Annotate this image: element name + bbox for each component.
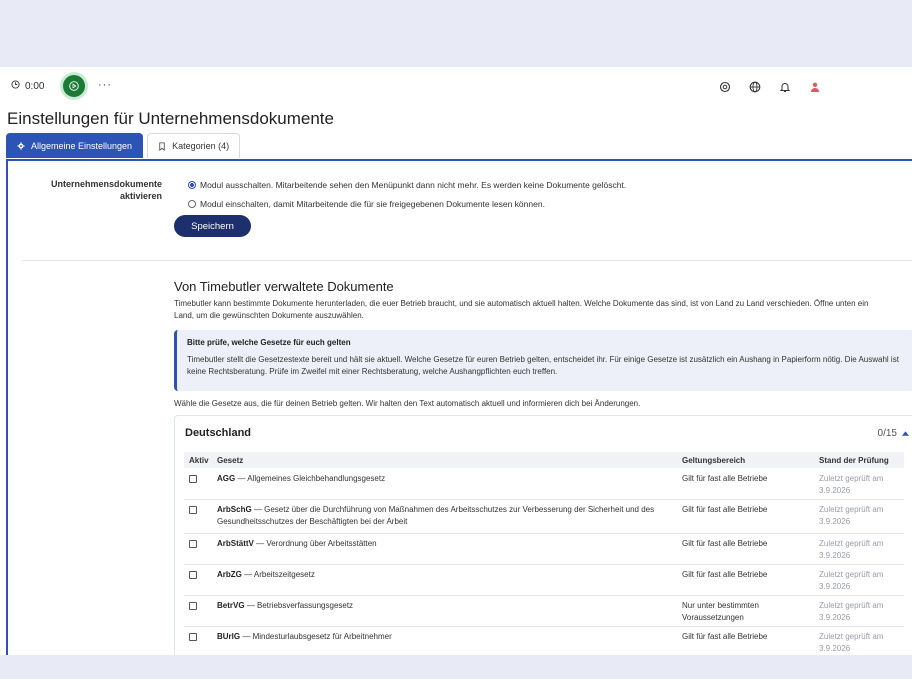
law-checked-date: Zuletzt geprüft am 3.9.2026 xyxy=(819,632,884,653)
bell-icon[interactable] xyxy=(778,80,792,94)
page-title: Einstellungen für Unternehmensdokumente xyxy=(7,109,334,128)
timer: 0:00 xyxy=(11,80,44,92)
law-abbr: AGG xyxy=(217,474,236,483)
law-abbr: BUrlG xyxy=(217,632,241,641)
country-name: Deutschland xyxy=(185,427,252,439)
table-row: AGG — Allgemeines Gleichbehandlungsgeset… xyxy=(184,469,904,500)
table-header: Aktiv Gesetz Geltungsbereich Stand der P… xyxy=(184,452,904,468)
start-timer-button[interactable] xyxy=(63,75,85,97)
law-checkbox[interactable] xyxy=(189,602,197,610)
column-active: Aktiv xyxy=(189,456,209,465)
law-abbr: BetrVG xyxy=(217,601,245,610)
choose-laws-text: Wähle die Gesetze aus, die für deinen Be… xyxy=(174,399,641,408)
column-law: Gesetz xyxy=(217,456,244,465)
law-scope: Gilt für fast alle Betriebe xyxy=(682,474,768,483)
law-scope: Gilt für fast alle Betriebe xyxy=(682,632,768,641)
tab-categories[interactable]: Kategorien (4) xyxy=(147,133,241,158)
column-scope: Geltungsbereich xyxy=(682,456,746,465)
divider xyxy=(22,260,912,261)
settings-panel: Unternehmensdokumente aktivieren Modul a… xyxy=(6,161,912,655)
law-checkbox[interactable] xyxy=(189,571,197,579)
law-scope: Gilt für fast alle Betriebe xyxy=(682,570,768,579)
law-text: BUrlG — Mindesturlaubsgesetz für Arbeitn… xyxy=(217,631,677,643)
app-frame: 0:00 ··· Einstellungen für Unternehmensd… xyxy=(0,67,912,655)
law-checked-date: Zuletzt geprüft am 3.9.2026 xyxy=(819,601,884,622)
tab-bar: Allgemeine Einstellungen Kategorien (4) xyxy=(6,133,241,159)
top-toolbar: 0:00 ··· xyxy=(0,67,912,107)
table-row: ArbSchG — Gesetz über die Durchführung v… xyxy=(184,500,904,534)
save-button[interactable]: Speichern xyxy=(174,215,251,237)
column-checked: Stand der Prüfung xyxy=(819,456,889,465)
radio-module-off[interactable]: Modul ausschalten. Mitarbeitende sehen d… xyxy=(188,180,626,190)
notice-body: Timebutler stellt die Gesetzestexte bere… xyxy=(187,355,899,376)
law-checkbox[interactable] xyxy=(189,475,197,483)
selected-count: 0/15 xyxy=(877,428,897,439)
globe-icon[interactable] xyxy=(748,80,762,94)
law-name: — Allgemeines Gleichbehandlungsgesetz xyxy=(235,474,386,483)
law-text: BetrVG — Betriebsverfassungsgesetz xyxy=(217,600,677,612)
clock-icon xyxy=(11,80,20,92)
law-abbr: ArbSchG xyxy=(217,505,252,514)
law-text: ArbZG — Arbeitszeitgesetz xyxy=(217,569,677,581)
law-abbr: ArbZG xyxy=(217,570,242,579)
law-scope: Gilt für fast alle Betriebe xyxy=(682,539,768,548)
law-checked-date: Zuletzt geprüft am 3.9.2026 xyxy=(819,570,884,591)
legal-notice: Bitte prüfe, welche Gesetze für euch gel… xyxy=(174,330,912,391)
radio-button[interactable] xyxy=(188,200,196,208)
table-row: BetrVG — Betriebsverfassungsgesetz Nur u… xyxy=(184,596,904,627)
law-scope: Nur unter bestimmten Voraussetzungen xyxy=(682,601,759,622)
law-checkbox[interactable] xyxy=(189,633,197,641)
law-checked-date: Zuletzt geprüft am 3.9.2026 xyxy=(819,505,884,526)
law-name: — Verordnung über Arbeitsstätten xyxy=(253,539,377,548)
radio-label: Modul einschalten, damit Mitarbeitende d… xyxy=(200,199,545,209)
law-checked-date: Zuletzt geprüft am 3.9.2026 xyxy=(819,539,884,560)
section-title: Von Timebutler verwaltete Dokumente xyxy=(174,279,394,294)
law-name: — Gesetz über die Durchführung von Maßna… xyxy=(217,505,655,526)
table-row: ArbStättV — Verordnung über Arbeitsstätt… xyxy=(184,534,904,565)
law-text: AGG — Allgemeines Gleichbehandlungsgeset… xyxy=(217,473,677,485)
support-icon[interactable] xyxy=(718,80,732,94)
law-name: — Arbeitszeitgesetz xyxy=(241,570,315,579)
table-row: ArbZG — Arbeitszeitgesetz Gilt für fast … xyxy=(184,565,904,596)
country-toggle[interactable]: 0/15 xyxy=(878,428,909,439)
play-icon xyxy=(69,81,79,91)
table-row: BUrlG — Mindesturlaubsgesetz für Arbeitn… xyxy=(184,627,904,655)
user-icon[interactable] xyxy=(808,80,822,94)
timer-value: 0:00 xyxy=(25,80,45,92)
module-label: Unternehmensdokumente aktivieren xyxy=(50,179,162,201)
radio-module-on[interactable]: Modul einschalten, damit Mitarbeitende d… xyxy=(188,199,545,209)
more-options-button[interactable]: ··· xyxy=(98,79,112,91)
law-scope: Gilt für fast alle Betriebe xyxy=(682,505,768,514)
law-abbr: ArbStättV xyxy=(217,539,254,548)
law-checked-date: Zuletzt geprüft am 3.9.2026 xyxy=(819,474,884,495)
law-checkbox[interactable] xyxy=(189,506,197,514)
section-description: Timebutler kann bestimmte Dokumente heru… xyxy=(174,299,869,320)
bookmark-icon xyxy=(159,141,165,151)
law-name: — Betriebsverfassungsgesetz xyxy=(244,601,354,610)
notice-title: Bitte prüfe, welche Gesetze für euch gel… xyxy=(187,338,351,347)
country-card: Deutschland 0/15 Aktiv Gesetz Geltungsbe… xyxy=(174,415,912,655)
law-text: ArbStättV — Verordnung über Arbeitsstätt… xyxy=(217,538,677,550)
radio-label: Modul ausschalten. Mitarbeitende sehen d… xyxy=(200,180,627,190)
law-name: — Mindesturlaubsgesetz für Arbeitnehmer xyxy=(240,632,392,641)
tab-label: Allgemeine Einstellungen xyxy=(31,141,133,151)
chevron-up-icon xyxy=(902,431,909,436)
gear-icon xyxy=(17,142,25,150)
tab-general-settings[interactable]: Allgemeine Einstellungen xyxy=(6,133,144,158)
law-checkbox[interactable] xyxy=(189,540,197,548)
tab-label: Kategorien (4) xyxy=(172,141,230,151)
radio-button-selected[interactable] xyxy=(188,181,196,189)
law-text: ArbSchG — Gesetz über die Durchführung v… xyxy=(217,504,677,527)
